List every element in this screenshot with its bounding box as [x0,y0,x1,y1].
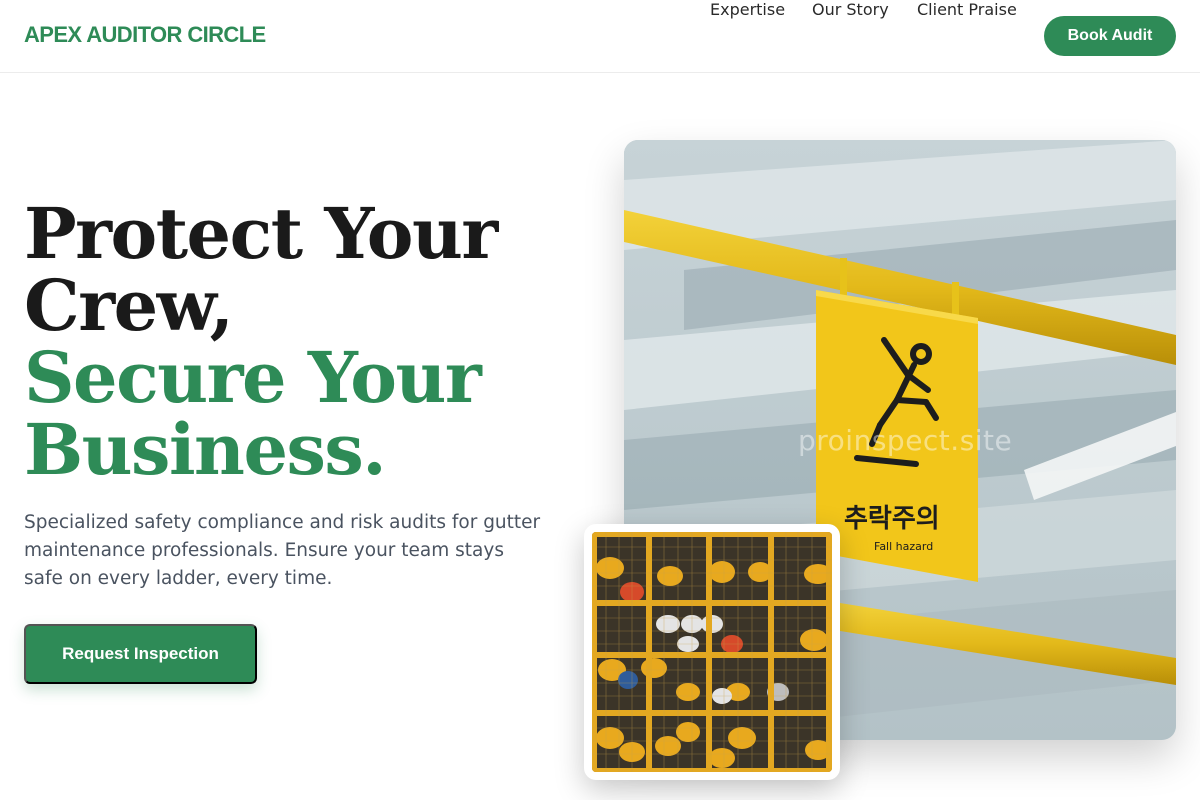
hero-headline: Protect Your Crew, Secure Your Business. [24,198,584,486]
sign-english-text: Fall hazard [874,540,933,553]
sign-korean-text: 추락주의 [844,504,940,534]
headline-line-1: Protect Your [24,192,498,275]
nav-link-expertise[interactable]: Expertise [710,0,785,19]
request-inspection-button[interactable]: Request Inspection [24,624,257,684]
headline-line-3: Secure Your [24,336,482,419]
watermark-text: proinspect.site [798,424,1013,457]
nav-link-client-praise[interactable]: Client Praise [917,0,1017,19]
hard-hat-cage-photo [584,524,840,780]
nav-link-our-story[interactable]: Our Story [812,0,889,19]
headline-line-2: Crew, [24,264,234,347]
hero-subtext: Specialized safety compliance and risk a… [24,512,541,589]
hard-hat-cage-image [592,532,832,772]
book-audit-button[interactable]: Book Audit [1044,16,1176,56]
headline-line-4: Business. [24,408,387,491]
brand-logo[interactable]: APEX AUDITOR CIRCLE [24,22,266,48]
top-navigation-bar: APEX AUDITOR CIRCLE Expertise Our Story … [0,0,1200,73]
